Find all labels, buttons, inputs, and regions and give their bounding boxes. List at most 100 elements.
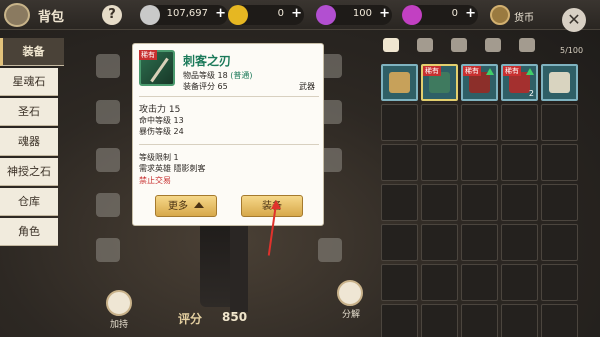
inventory-slot-empty[interactable] bbox=[381, 224, 418, 261]
silver-add-button[interactable]: + bbox=[215, 6, 226, 21]
tab-accessory[interactable] bbox=[449, 36, 469, 54]
pants-slot-icon[interactable] bbox=[96, 148, 120, 172]
gold-value: 0 bbox=[277, 8, 284, 19]
gem-value: 0 bbox=[451, 8, 458, 19]
bracelet-icon bbox=[549, 72, 570, 93]
inventory-item-dagger[interactable]: 稀有 bbox=[421, 64, 458, 101]
decompose-button[interactable] bbox=[337, 280, 363, 306]
gem-tab-icon bbox=[485, 38, 501, 52]
inventory-slot-empty[interactable] bbox=[421, 144, 458, 181]
nav-item-holy-stone[interactable]: 圣石 bbox=[0, 98, 58, 126]
inventory-slot-empty[interactable] bbox=[381, 144, 418, 181]
inventory-slot-empty[interactable] bbox=[501, 224, 538, 261]
ring-slot-icon[interactable] bbox=[318, 238, 342, 262]
gold-currency: 0 + bbox=[228, 5, 304, 25]
necklace-slot-icon[interactable] bbox=[96, 193, 120, 217]
inventory-slot-empty[interactable] bbox=[501, 264, 538, 301]
gem-currency: 0 + bbox=[402, 5, 478, 25]
blade-shape bbox=[150, 57, 169, 83]
dagger-icon: 稀有 bbox=[139, 50, 175, 86]
inventory-item-red-blade[interactable]: 稀有 bbox=[461, 64, 498, 101]
inventory-slot-empty[interactable] bbox=[421, 264, 458, 301]
crystal-currency: 100 + bbox=[316, 5, 392, 25]
gold-add-button[interactable]: + bbox=[291, 6, 302, 21]
inventory-slot-empty[interactable] bbox=[541, 184, 578, 221]
currency-button[interactable]: 货币 bbox=[490, 5, 552, 25]
inventory-slot-empty[interactable] bbox=[541, 104, 578, 141]
nav-item-soul-artifact[interactable]: 魂器 bbox=[0, 128, 58, 156]
inventory-slot-empty[interactable] bbox=[381, 184, 418, 221]
gem-add-button[interactable]: + bbox=[465, 6, 476, 21]
top-bar: 背包 ? 107,697 + 0 + 100 + 0 + 货币 bbox=[0, 0, 600, 30]
bracer-slot-icon[interactable] bbox=[96, 238, 120, 262]
crystal-add-button[interactable]: + bbox=[379, 6, 390, 21]
tab-materials[interactable] bbox=[517, 36, 537, 54]
scroll-icon bbox=[389, 72, 410, 93]
nav-item-divine-stone[interactable]: 神授之石 bbox=[0, 158, 58, 186]
help-button[interactable]: ? bbox=[102, 5, 122, 25]
nav-item-star-soul-stone[interactable]: 星魂石 bbox=[0, 68, 58, 96]
nav-item-equipment[interactable]: 装备 bbox=[0, 38, 64, 66]
inventory-slot-empty[interactable] bbox=[541, 264, 578, 301]
silver-value: 107,697 bbox=[166, 8, 208, 19]
bag-capacity: 5/100 bbox=[560, 46, 584, 55]
item-quantity: 2 bbox=[528, 89, 534, 98]
inventory-slot-empty[interactable] bbox=[381, 264, 418, 301]
currency-button-label: 货币 bbox=[514, 13, 534, 24]
bag-icon bbox=[4, 3, 30, 27]
weapon-slot-icon[interactable] bbox=[96, 54, 120, 78]
inventory-slot-empty[interactable] bbox=[421, 184, 458, 221]
hero-requirement: 需求英雄 隱影刺客 bbox=[139, 164, 206, 173]
armor-slot-icon[interactable] bbox=[96, 100, 120, 124]
inventory-item-bracelet[interactable] bbox=[541, 64, 578, 101]
inventory-slot-empty[interactable] bbox=[501, 304, 538, 337]
scroll-tab-icon bbox=[519, 38, 535, 52]
inventory-item-scroll[interactable] bbox=[381, 64, 418, 101]
inventory-item-red-dagger[interactable]: 稀有 2 bbox=[501, 64, 538, 101]
upgrade-label: 加持 bbox=[109, 320, 128, 330]
inventory-slot-empty[interactable] bbox=[461, 144, 498, 181]
upgrade-arrow-icon bbox=[526, 68, 534, 75]
close-button[interactable]: ✕ bbox=[562, 8, 586, 32]
inventory-slot-empty[interactable] bbox=[381, 104, 418, 141]
nav-item-character[interactable]: 角色 bbox=[0, 218, 58, 246]
item-score: 装备评分 65 bbox=[183, 82, 228, 91]
inventory-slot-empty[interactable] bbox=[421, 304, 458, 337]
inventory-slot-empty[interactable] bbox=[461, 224, 498, 261]
character-leg bbox=[230, 222, 248, 312]
inventory-slot-empty[interactable] bbox=[381, 304, 418, 337]
tab-all[interactable] bbox=[381, 36, 401, 54]
inventory-slot-empty[interactable] bbox=[541, 224, 578, 261]
inventory-slot-empty[interactable] bbox=[461, 264, 498, 301]
upgrade-button[interactable] bbox=[106, 290, 132, 316]
item-type: 武器 bbox=[299, 82, 315, 91]
inventory-slot-empty[interactable] bbox=[541, 304, 578, 337]
hit-stat: 命中等级 13 bbox=[139, 116, 184, 125]
inventory-slot-empty[interactable] bbox=[501, 184, 538, 221]
inventory-slot-empty[interactable] bbox=[461, 304, 498, 337]
crystal-value: 100 bbox=[352, 8, 372, 19]
crystal-icon bbox=[316, 5, 336, 25]
inventory-slot-empty[interactable] bbox=[501, 144, 538, 181]
inventory-slot-empty[interactable] bbox=[421, 224, 458, 261]
gold-coin-icon bbox=[228, 5, 248, 25]
inventory-slot-empty[interactable] bbox=[501, 104, 538, 141]
trade-restriction: 禁止交易 bbox=[139, 176, 171, 185]
tab-jewelry[interactable] bbox=[483, 36, 503, 54]
nav-item-warehouse[interactable]: 仓库 bbox=[0, 188, 58, 216]
item-grade: (普通) bbox=[230, 71, 253, 80]
crit-stat: 暴伤等级 24 bbox=[139, 127, 184, 136]
more-button[interactable]: 更多 bbox=[155, 195, 217, 217]
inventory-slot-empty[interactable] bbox=[421, 104, 458, 141]
list-icon bbox=[383, 38, 399, 52]
upgrade-arrow-icon bbox=[486, 68, 494, 75]
inventory-slot-empty[interactable] bbox=[461, 184, 498, 221]
attack-stat: 攻击力 15 bbox=[139, 105, 181, 115]
inventory-slot-empty[interactable] bbox=[541, 144, 578, 181]
triangle-up-icon bbox=[194, 202, 204, 208]
left-nav: 装备 星魂石 圣石 魂器 神授之石 仓库 角色 bbox=[0, 38, 64, 248]
inventory-slot-empty[interactable] bbox=[461, 104, 498, 141]
annotation-arrow-head bbox=[271, 200, 281, 209]
tab-armor[interactable] bbox=[415, 36, 435, 54]
level-requirement: 等级限制 1 bbox=[139, 153, 179, 162]
